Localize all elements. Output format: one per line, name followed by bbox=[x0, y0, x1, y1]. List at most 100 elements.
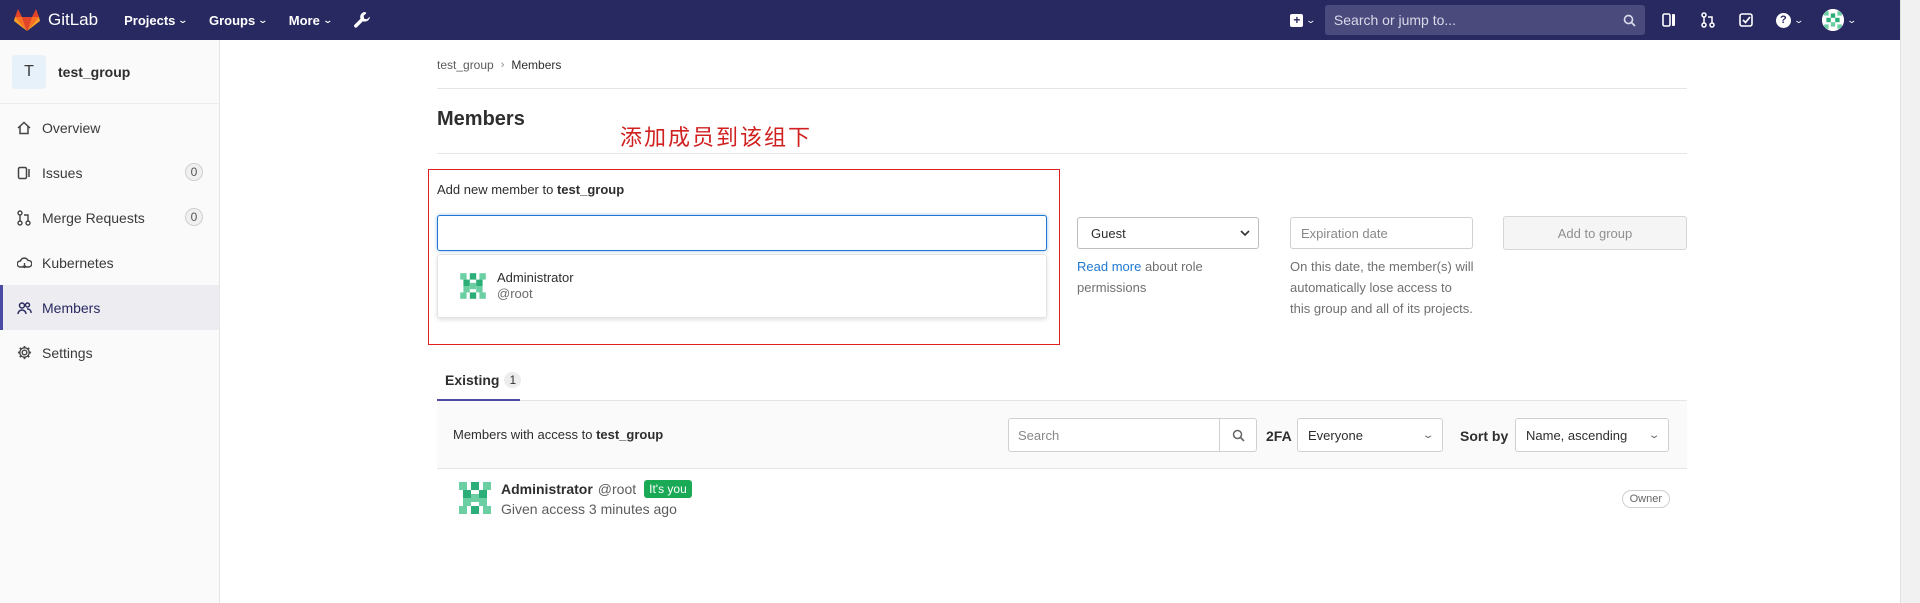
member-access-info: Given access 3 minutes ago bbox=[501, 501, 677, 517]
tab-existing-count: 1 bbox=[504, 371, 522, 388]
nav-projects[interactable]: Projects ⌄ bbox=[124, 12, 188, 28]
nav-more[interactable]: More ⌄ bbox=[289, 13, 333, 28]
add-to-group-button[interactable]: Add to group bbox=[1503, 216, 1687, 250]
sidebar-item-issues[interactable]: Issues 0 bbox=[0, 150, 219, 195]
nav-groups[interactable]: Groups ⌄ bbox=[208, 12, 269, 28]
sidebar-item-label: Merge Requests bbox=[42, 209, 145, 226]
suggestion-name: Administrator bbox=[497, 270, 574, 285]
search-icon bbox=[1232, 429, 1245, 442]
chevron-down-icon: ⌄ bbox=[322, 14, 333, 25]
suggestion-item[interactable]: Administrator @root bbox=[497, 270, 574, 302]
sidebar-item-settings[interactable]: Settings bbox=[0, 330, 219, 375]
sidebar-item-label: Settings bbox=[42, 344, 93, 361]
add-member-label-prefix: Add new member to bbox=[437, 182, 554, 197]
role-select[interactable]: Guest bbox=[1077, 217, 1259, 249]
new-dropdown[interactable]: + ⌄ bbox=[1290, 13, 1317, 27]
sidebar-item-overview[interactable]: Overview bbox=[0, 105, 219, 150]
sidebar-item-members[interactable]: Members bbox=[0, 285, 219, 330]
sidebar-item-kubernetes[interactable]: Kubernetes bbox=[0, 240, 219, 285]
divider bbox=[437, 88, 1687, 89]
members-search-button[interactable] bbox=[1219, 419, 1256, 451]
user-menu[interactable]: ⌄ bbox=[1822, 9, 1858, 31]
suggestion-username: @root bbox=[497, 286, 533, 301]
page-title: Members bbox=[437, 108, 525, 130]
sort-select[interactable]: Name, ascending ⌄ bbox=[1515, 418, 1669, 452]
group-name: test_group bbox=[58, 63, 131, 80]
role-badge: Owner bbox=[1621, 490, 1670, 508]
merge-request-icon bbox=[16, 209, 32, 226]
sort-selected-value: Name, ascending bbox=[1526, 427, 1628, 443]
member-suggestions-dropdown: Administrator @root bbox=[437, 254, 1047, 318]
nav-groups-label: Groups bbox=[208, 12, 256, 28]
sidebar: T test_group Overview Issues 0 Merge Req… bbox=[0, 40, 220, 603]
annotation-text: 添加成员到该组下 bbox=[620, 126, 813, 151]
gear-icon bbox=[16, 345, 32, 361]
top-navbar: GitLab Projects ⌄ Groups ⌄ More ⌄ + ⌄ Searc… bbox=[0, 0, 1900, 40]
breadcrumb-current[interactable]: Members bbox=[511, 58, 561, 72]
search-input[interactable]: Search or jump to... bbox=[1324, 5, 1645, 35]
users-icon bbox=[16, 300, 32, 316]
nav-projects-label: Projects bbox=[124, 12, 176, 28]
breadcrumb-group-link[interactable]: test_group bbox=[437, 58, 494, 72]
merge-requests-count-badge: 0 bbox=[185, 208, 203, 226]
add-member-group: test_group bbox=[556, 182, 625, 197]
todos-icon[interactable] bbox=[1737, 10, 1757, 30]
member-name[interactable]: Administrator bbox=[501, 481, 593, 497]
plus-square-icon: + bbox=[1290, 13, 1304, 27]
expiration-help-text: On this date, the member(s) will automat… bbox=[1290, 259, 1474, 316]
question-icon: ? bbox=[1775, 12, 1791, 28]
chevron-down-icon: ⌄ bbox=[1421, 429, 1435, 441]
tfa-label: 2FA bbox=[1266, 428, 1292, 444]
avatar[interactable] bbox=[457, 270, 489, 302]
member-search-input[interactable] bbox=[437, 215, 1047, 251]
issues-count-badge: 0 bbox=[185, 163, 203, 181]
avatar bbox=[1822, 9, 1845, 31]
tanuki-icon bbox=[14, 9, 40, 31]
group-avatar: T bbox=[12, 54, 46, 89]
sidebar-item-merge-requests[interactable]: Merge Requests 0 bbox=[0, 195, 219, 240]
breadcrumb: test_group › Members bbox=[437, 58, 561, 72]
sidebar-group-header[interactable]: T test_group bbox=[0, 40, 219, 104]
sort-label: Sort by bbox=[1460, 428, 1509, 444]
members-panel-label-prefix: Members with access to bbox=[453, 427, 593, 442]
wrench-icon[interactable] bbox=[353, 11, 371, 29]
search-icon bbox=[1623, 14, 1636, 27]
read-more-link[interactable]: Read more bbox=[1077, 259, 1141, 274]
tab-existing[interactable]: Existing 1 bbox=[437, 360, 522, 401]
chevron-down-icon: ⌄ bbox=[1793, 14, 1804, 25]
its-you-badge: It's you bbox=[644, 480, 692, 498]
members-panel-label: Members with access to test_group bbox=[453, 427, 663, 442]
role-help-text: Read more about role permissions bbox=[1077, 256, 1227, 298]
role-selected-value: Guest bbox=[1091, 225, 1126, 241]
add-member-label: Add new member to test_group bbox=[437, 182, 624, 197]
members-search-input[interactable]: Search bbox=[1008, 418, 1257, 452]
expiration-placeholder: Expiration date bbox=[1301, 225, 1388, 241]
expiration-date-input[interactable]: Expiration date bbox=[1290, 217, 1473, 249]
sidebar-item-label: Overview bbox=[42, 119, 101, 136]
brand-name: GitLab bbox=[48, 10, 99, 29]
members-search-placeholder: Search bbox=[1018, 427, 1060, 443]
chevron-down-icon bbox=[1240, 229, 1250, 236]
issues-icon bbox=[16, 165, 32, 181]
tfa-selected-value: Everyone bbox=[1308, 427, 1363, 443]
sidebar-toggle-icon[interactable] bbox=[1659, 10, 1679, 30]
divider bbox=[437, 153, 1687, 154]
members-tabs: Existing 1 bbox=[437, 360, 1687, 401]
chevron-down-icon: ⌄ bbox=[1647, 429, 1661, 441]
chevron-down-icon: ⌄ bbox=[1305, 14, 1317, 25]
chevron-down-icon: ⌄ bbox=[257, 14, 269, 25]
help-dropdown[interactable]: ? ⌄ bbox=[1775, 12, 1804, 28]
scrollbar[interactable] bbox=[1900, 0, 1920, 603]
merge-requests-icon[interactable] bbox=[1698, 10, 1718, 30]
sidebar-item-label: Issues bbox=[42, 164, 83, 181]
gitlab-logo[interactable]: GitLab bbox=[14, 8, 98, 32]
chevron-right-icon: › bbox=[500, 59, 505, 71]
members-panel-header: Members with access to test_group Search… bbox=[437, 401, 1687, 469]
member-row: Administrator @root It's you Given acces… bbox=[437, 470, 1687, 530]
tfa-filter-select[interactable]: Everyone ⌄ bbox=[1297, 418, 1443, 452]
tab-existing-label: Existing bbox=[445, 371, 500, 388]
home-icon bbox=[16, 120, 32, 136]
avatar[interactable] bbox=[455, 478, 495, 518]
chevron-down-icon: ⌄ bbox=[1846, 14, 1858, 25]
search-placeholder: Search or jump to... bbox=[1333, 12, 1457, 28]
